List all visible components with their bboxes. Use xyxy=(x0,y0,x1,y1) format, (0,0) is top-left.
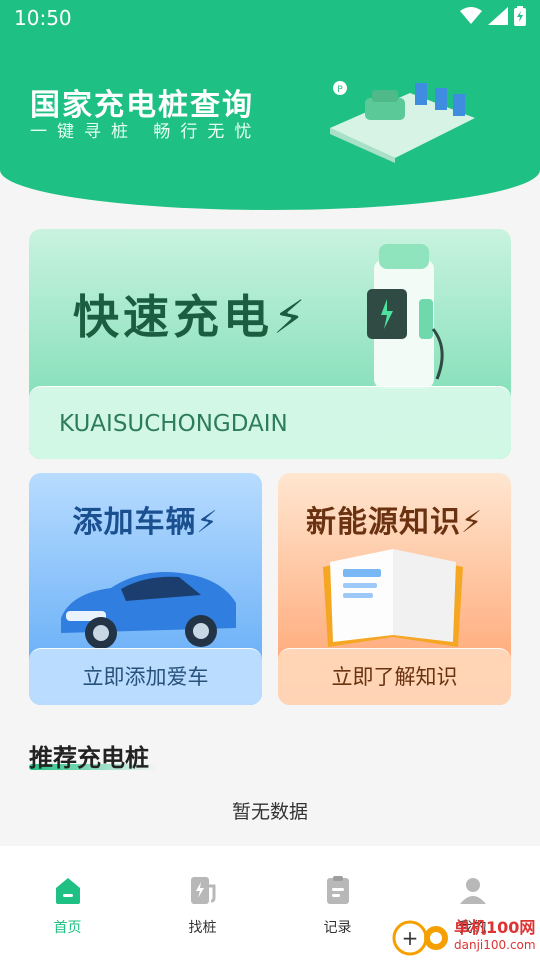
svg-text:+: + xyxy=(402,926,419,950)
tab-records-label: 记录 xyxy=(323,920,352,936)
status-time: 10:50 xyxy=(14,6,72,30)
site-watermark: + 单机100网 danji100.com xyxy=(392,912,540,960)
knowledge-title: 新能源知识⚡ xyxy=(305,505,484,540)
record-icon xyxy=(327,876,349,904)
user-icon xyxy=(460,878,486,904)
add-vehicle-title: 添加车辆⚡ xyxy=(72,505,219,540)
watermark-url: danji100.com xyxy=(454,938,536,952)
add-vehicle-card[interactable]: 添加车辆⚡ 立即添加爱车 xyxy=(29,473,262,705)
car-illustration xyxy=(61,572,236,649)
recommend-title: 推荐充电桩 xyxy=(29,744,149,772)
book-illustration xyxy=(323,549,463,647)
fast-charge-pill[interactable]: KUAISUCHONGDAIN xyxy=(29,386,511,459)
signal-icon xyxy=(488,7,508,25)
tab-find-station[interactable]: 找桩 xyxy=(135,846,270,960)
charging-station-icon xyxy=(191,877,216,904)
fast-charge-pill-text: KUAISUCHONGDAIN xyxy=(59,411,288,437)
battery-icon xyxy=(514,6,526,26)
status-icons xyxy=(460,6,526,26)
watermark-text: 单机100网 xyxy=(454,918,536,937)
fast-charge-card[interactable]: 快速充电⚡ KUAISUCHONGDAIN xyxy=(29,229,511,459)
knowledge-button[interactable]: 立即了解知识 xyxy=(278,648,511,705)
svg-text:P: P xyxy=(337,85,343,95)
tab-home-label: 首页 xyxy=(53,920,82,936)
bolt-icon: ⚡ xyxy=(196,505,219,540)
wifi-icon xyxy=(460,7,482,24)
header-subtitle: 一键寻桩 畅行无忧 xyxy=(30,122,262,142)
knowledge-card[interactable]: 新能源知识⚡ 立即了解知识 xyxy=(278,473,511,705)
tab-find-station-label: 找桩 xyxy=(188,920,217,936)
home-icon xyxy=(56,878,80,904)
tab-records[interactable]: 记录 xyxy=(270,846,405,960)
charger-illustration xyxy=(367,244,444,389)
tab-home[interactable]: 首页 xyxy=(0,846,135,960)
parking-lot-illustration: P xyxy=(330,81,475,163)
add-vehicle-button[interactable]: 立即添加爱车 xyxy=(29,648,262,705)
bolt-icon: ⚡ xyxy=(460,505,484,540)
empty-state-text: 暂无数据 xyxy=(231,801,308,823)
watermark-logo-icon: + xyxy=(392,920,448,956)
fast-charge-title: 快速充电⚡ xyxy=(73,290,310,344)
bolt-icon: ⚡ xyxy=(273,290,310,344)
